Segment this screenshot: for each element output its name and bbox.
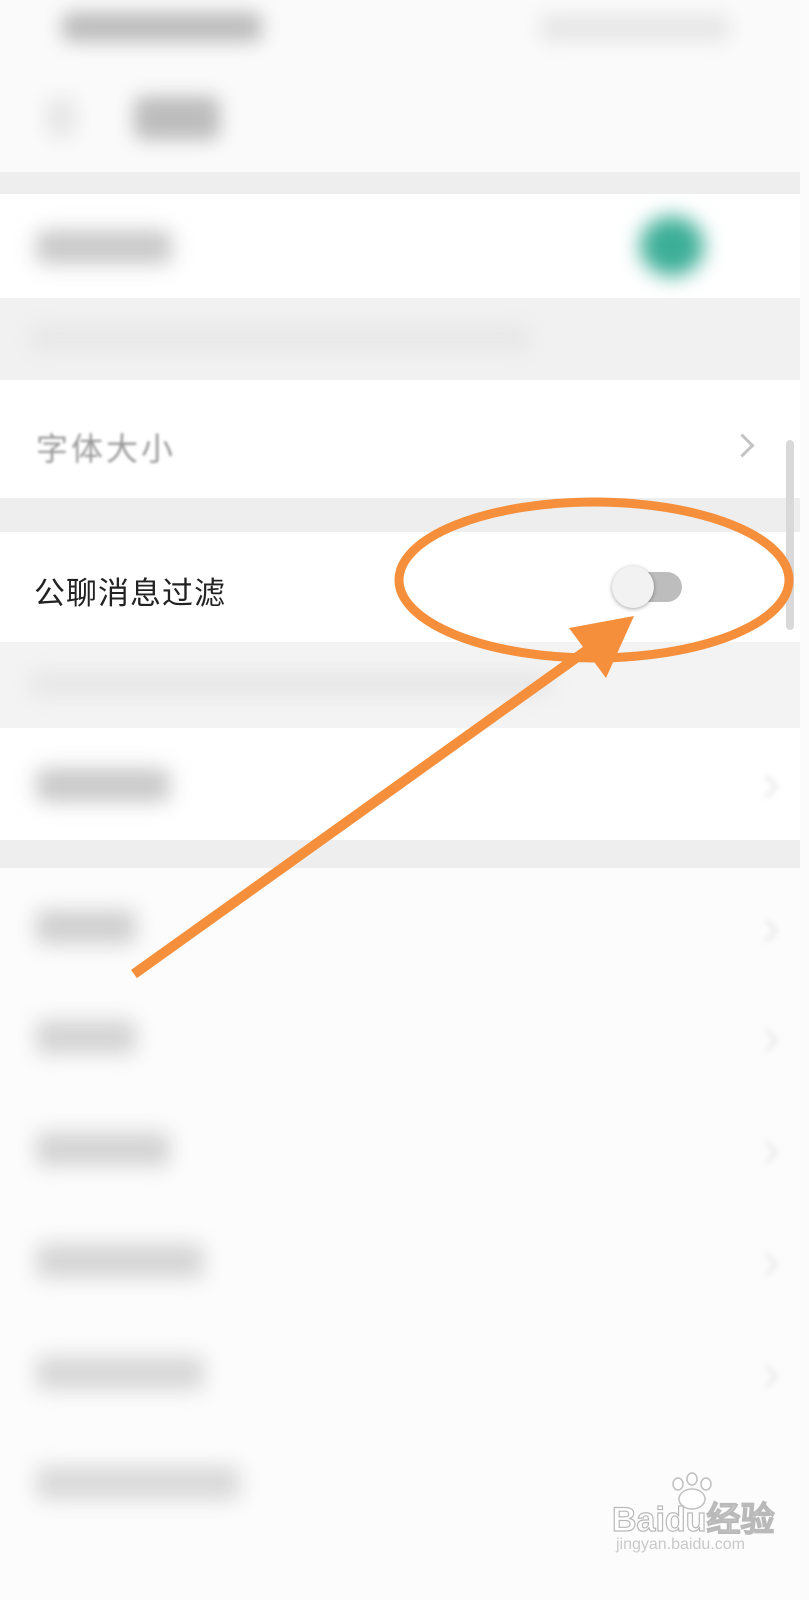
watermark-brand: Baidu经验	[611, 1500, 775, 1539]
settings-screen: 字体大小 公聊消息过滤 Baidu经验 jingyan.baidu.com	[0, 0, 809, 1600]
annotation-overlay	[131, 497, 794, 979]
annotation-arrowhead	[569, 616, 634, 678]
watermark-url: jingyan.baidu.com	[616, 1536, 745, 1553]
annotation-arrow-shaft	[131, 643, 593, 979]
baidu-jingyan-watermark: Baidu经验 jingyan.baidu.com	[611, 1472, 792, 1564]
